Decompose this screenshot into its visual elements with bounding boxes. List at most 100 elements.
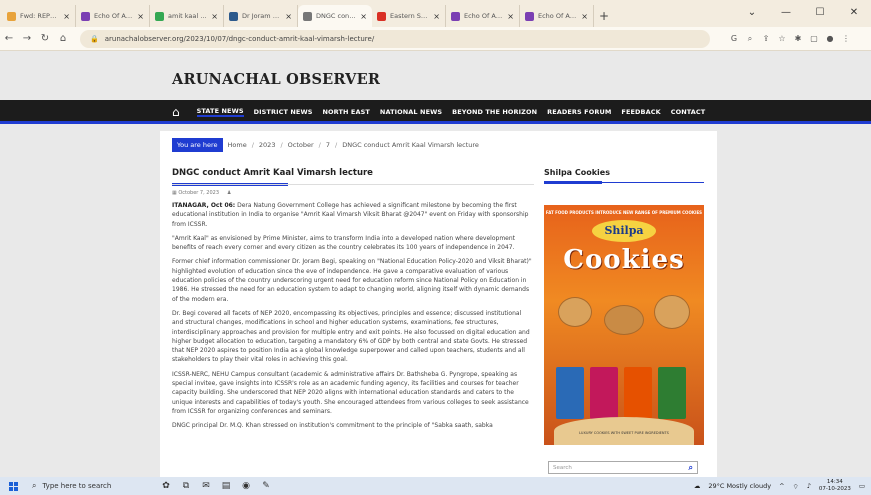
tab-favicon-icon xyxy=(525,11,534,21)
nav-item-state-news[interactable]: STATE NEWS xyxy=(192,100,249,124)
url-input[interactable]: 🔒 arunachalobserver.org/2023/10/07/dngc-… xyxy=(80,29,710,48)
tab-close-icon[interactable]: × xyxy=(433,12,440,21)
new-tab-button[interactable]: + xyxy=(594,5,614,27)
tab-search-icon[interactable]: ⌄ xyxy=(735,3,769,21)
weather-icon[interactable]: ☁ xyxy=(694,482,701,490)
widgets-icon[interactable]: ✿ xyxy=(156,481,176,491)
close-window-icon[interactable]: ✕ xyxy=(837,3,871,21)
home-icon[interactable]: ⌂ xyxy=(172,105,180,119)
tab-favicon-icon xyxy=(377,11,386,21)
nav-item-label: FEEDBACK xyxy=(621,108,661,116)
maximize-icon[interactable]: ☐ xyxy=(803,3,837,21)
weather-text[interactable]: 29°C Mostly cloudy xyxy=(708,482,771,490)
nav-item-label: CONTACT xyxy=(670,108,706,116)
forward-icon[interactable]: → xyxy=(18,33,36,44)
url-text: arunachalobserver.org/2023/10/07/dngc-co… xyxy=(104,34,375,43)
nav-item-contact[interactable]: CONTACT xyxy=(666,100,711,124)
main-nav: ⌂ STATE NEWS DISTRICT NEWS NORTH EAST NATIO… xyxy=(0,100,871,124)
chrome-icon[interactable]: ◉ xyxy=(236,481,256,491)
back-icon[interactable]: ← xyxy=(0,33,18,44)
tab-close-icon[interactable]: × xyxy=(507,12,514,21)
author-icon[interactable]: ♟ xyxy=(227,190,231,196)
profile-avatar-icon[interactable]: ● xyxy=(824,34,836,44)
notification-icon[interactable]: ▭ xyxy=(859,482,865,490)
paragraph-text: ICSSR-NERC, NEHU Campus consultant (acad… xyxy=(172,370,529,415)
reload-icon[interactable]: ↻ xyxy=(36,33,54,44)
breadcrumb-item[interactable]: Home xyxy=(228,141,247,149)
extension-icon[interactable]: ✱ xyxy=(792,34,804,44)
file-explorer-icon[interactable]: ▤ xyxy=(216,481,236,491)
nav-item-readers-forum[interactable]: READERS FORUM xyxy=(542,100,616,124)
browser-tab-strip: Fwd: REPORT OF×Echo Of Arunac×amit kaal … xyxy=(0,0,871,27)
article-paragraph: "Amrit Kaal" as envisioned by Prime Mini… xyxy=(172,234,534,253)
browser-tab[interactable]: Echo Of Arunach× xyxy=(446,5,520,27)
tab-close-icon[interactable]: × xyxy=(581,12,588,21)
tab-favicon-icon xyxy=(155,11,164,21)
bookmark-star-icon[interactable]: ☆ xyxy=(776,34,788,44)
browser-tab[interactable]: Echo Of Arunac× xyxy=(76,5,150,27)
taskbar-search[interactable]: ⌕ Type here to search xyxy=(26,481,156,491)
article-date: October 7, 2023 xyxy=(178,190,220,196)
tab-favicon-icon xyxy=(451,11,460,21)
browser-tab[interactable]: DNGC conduct× xyxy=(298,5,372,27)
tray-chevron-icon[interactable]: ^ xyxy=(779,482,784,490)
shilpa-cookies-ad[interactable]: FAT FOOD PRODUCTS INTRODUCE NEW RANGE OF… xyxy=(544,205,704,445)
ad-product-text: Cookies xyxy=(563,245,685,275)
breadcrumb-item[interactable]: 7 xyxy=(326,141,330,149)
sidebar-widget-title: Shilpa Cookies xyxy=(544,168,610,177)
article-dateline: ITANAGAR, Oct 06: xyxy=(172,202,236,209)
clock[interactable]: 14:34 07-10-2023 xyxy=(819,479,851,492)
tab-title: Echo Of Arunach xyxy=(538,12,578,20)
windows-taskbar: ⌕ Type here to search ✿ ⧉ ✉ ▤ ◉ ✎ ☁ 29°C… xyxy=(0,477,871,495)
zoom-icon[interactable]: ⌕ xyxy=(744,34,756,44)
nav-item-feedback[interactable]: FEEDBACK xyxy=(616,100,665,124)
sidepanel-icon[interactable]: ▢ xyxy=(808,34,820,44)
windows-logo-icon xyxy=(8,481,18,491)
task-view-icon[interactable]: ⧉ xyxy=(176,481,196,491)
minimize-icon[interactable]: — xyxy=(769,3,803,21)
web-page: ARUNACHAL OBSERVER ⌂ STATE NEWS DISTRICT … xyxy=(0,51,871,477)
nav-item-beyond-the-horizon[interactable]: BEYOND THE HORIZON xyxy=(447,100,542,124)
mail-icon[interactable]: ✉ xyxy=(196,481,216,491)
sidebar-search-input[interactable]: Search ⌕ xyxy=(548,461,698,474)
nav-item-national-news[interactable]: NATIONAL NEWS xyxy=(375,100,447,124)
browser-tab[interactable]: Echo Of Arunach× xyxy=(520,5,594,27)
nav-item-label: NATIONAL NEWS xyxy=(379,108,443,116)
breadcrumb-separator: / xyxy=(335,141,338,149)
tab-close-icon[interactable]: × xyxy=(360,12,367,21)
breadcrumb-item[interactable]: October xyxy=(288,141,314,149)
app-icon[interactable]: ✎ xyxy=(256,481,276,491)
cookie-pack-image xyxy=(658,367,686,419)
site-title[interactable]: ARUNACHAL OBSERVER xyxy=(172,71,380,88)
search-icon[interactable]: ⌕ xyxy=(689,463,693,473)
browser-tab[interactable]: Dr Joram Begi d× xyxy=(224,5,298,27)
breadcrumb-item[interactable]: 2023 xyxy=(259,141,276,149)
menu-icon[interactable]: ⋮ xyxy=(840,34,852,44)
tab-close-icon[interactable]: × xyxy=(63,12,70,21)
tab-close-icon[interactable]: × xyxy=(285,12,292,21)
ad-top-text: FAT FOOD PRODUCTS INTRODUCE NEW RANGE OF… xyxy=(545,210,703,215)
paragraph-text: "Amrit Kaal" as envisioned by Prime Mini… xyxy=(172,234,516,252)
google-icon[interactable]: G xyxy=(728,34,740,44)
network-icon[interactable]: ⌔ xyxy=(793,482,799,491)
tab-title: Fwd: REPORT OF xyxy=(20,12,60,20)
nav-item-district-news[interactable]: DISTRICT NEWS xyxy=(249,100,318,124)
search-placeholder: Search xyxy=(553,464,572,471)
browser-tab[interactable]: Fwd: REPORT OF× xyxy=(2,5,76,27)
search-icon: ⌕ xyxy=(32,481,37,490)
share-icon[interactable]: ⇪ xyxy=(760,34,772,44)
nav-item-north-east[interactable]: NORTH EAST xyxy=(318,100,375,124)
address-bar-row: ← → ↻ ⌂ 🔒 arunachalobserver.org/2023/10/… xyxy=(0,27,871,51)
tab-close-icon[interactable]: × xyxy=(211,12,218,21)
paragraph-text: Dr. Begi covered all facets of NEP 2020,… xyxy=(172,309,530,364)
tab-close-icon[interactable]: × xyxy=(137,12,144,21)
start-button[interactable] xyxy=(0,481,26,491)
tab-favicon-icon xyxy=(7,11,16,21)
home-icon[interactable]: ⌂ xyxy=(54,33,72,44)
ad-brand-logo: Shilpa xyxy=(592,220,656,242)
browser-tab[interactable]: amit kaal DNGC× xyxy=(150,5,224,27)
article-paragraph: ITANAGAR, Oct 06: Dera Natung Government… xyxy=(172,201,534,229)
volume-icon[interactable]: ♪ xyxy=(807,482,811,490)
breadcrumb-separator: / xyxy=(251,141,254,149)
browser-tab[interactable]: Eastern Sentinel× xyxy=(372,5,446,27)
